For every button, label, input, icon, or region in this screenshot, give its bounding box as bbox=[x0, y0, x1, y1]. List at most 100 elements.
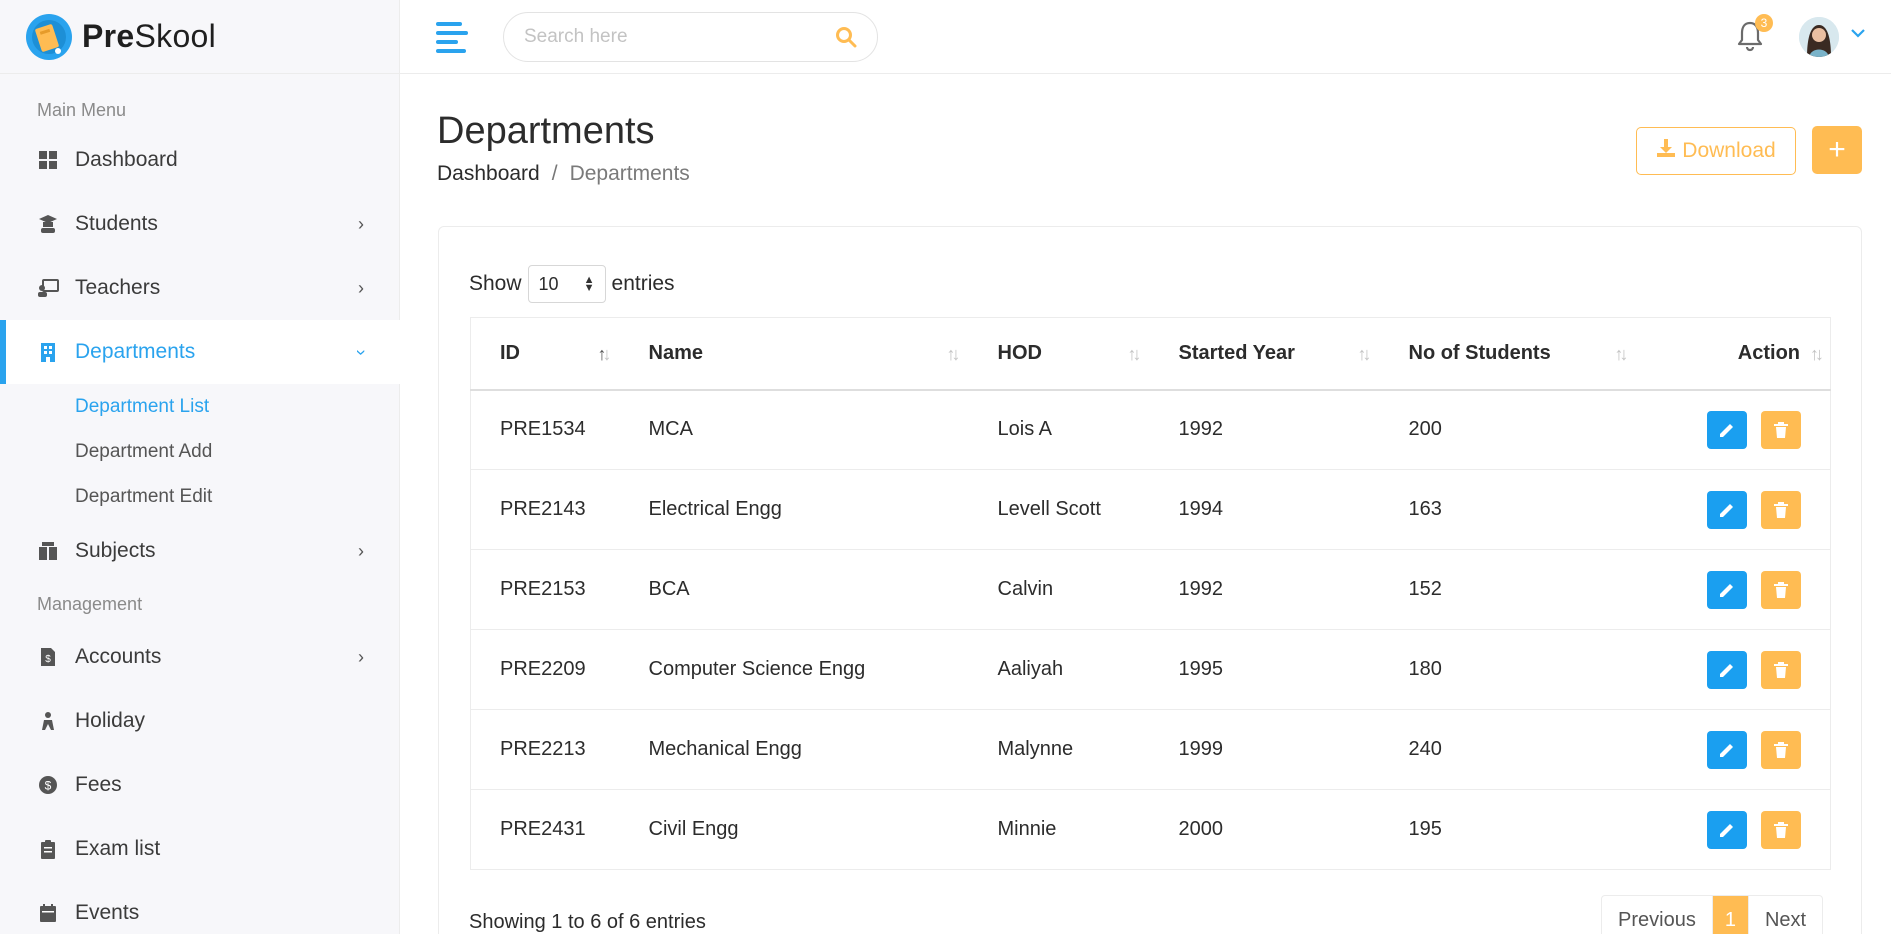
pagination-page-current[interactable]: 1 bbox=[1712, 896, 1748, 934]
sidebar-item-label: Dashboard bbox=[75, 148, 178, 171]
pencil-icon bbox=[1720, 823, 1733, 837]
cell-actions bbox=[1636, 389, 1831, 470]
chevron-down-icon[interactable] bbox=[1850, 26, 1866, 44]
pagination-next[interactable]: Next bbox=[1747, 896, 1822, 934]
sidebar-item-students[interactable]: Students › bbox=[0, 192, 400, 256]
table-row: PRE2143 Electrical Engg Levell Scott 199… bbox=[470, 469, 1831, 550]
menu-heading-main: Main Menu bbox=[37, 100, 127, 120]
column-header-started-year[interactable]: Started Year ↑↓ bbox=[1149, 317, 1380, 391]
column-header-action[interactable]: Action ↑↓ bbox=[1636, 317, 1831, 391]
submenu-department-edit[interactable]: Department Edit bbox=[0, 474, 400, 519]
cell-students: 240 bbox=[1379, 709, 1637, 790]
sidebar-item-label: Subjects bbox=[75, 539, 156, 562]
edit-button[interactable] bbox=[1707, 570, 1747, 609]
avatar[interactable] bbox=[1799, 17, 1839, 57]
breadcrumb-current: Departments bbox=[569, 162, 690, 185]
sidebar-item-teachers[interactable]: Teachers › bbox=[0, 256, 400, 320]
column-header-name[interactable]: Name ↑↓ bbox=[619, 317, 969, 391]
svg-text:$: $ bbox=[45, 779, 52, 793]
column-header-hod[interactable]: HOD ↑↓ bbox=[968, 317, 1150, 391]
column-header-id[interactable]: ID ↑↓ bbox=[470, 317, 620, 391]
cell-students: 195 bbox=[1379, 789, 1637, 870]
cell-students: 180 bbox=[1379, 629, 1637, 710]
submenu-department-add[interactable]: Department Add bbox=[0, 429, 400, 474]
cell-name: Mechanical Engg bbox=[619, 709, 969, 790]
sidebar-item-exam-list[interactable]: Exam list bbox=[0, 817, 400, 881]
sidebar-item-subjects[interactable]: Subjects › bbox=[0, 519, 400, 583]
column-header-students[interactable]: No of Students ↑↓ bbox=[1379, 317, 1637, 391]
menu-toggle-icon[interactable] bbox=[436, 22, 468, 53]
select-arrows-icon: ▲ ▼ bbox=[583, 274, 595, 294]
sidebar-item-label: Events bbox=[75, 901, 140, 924]
search-bar bbox=[503, 12, 878, 62]
sidebar-item-departments[interactable]: Departments › bbox=[0, 320, 400, 384]
submenu-department-list[interactable]: Department List bbox=[0, 384, 400, 429]
sidebar-item-label: Teachers bbox=[75, 276, 161, 299]
trash-icon bbox=[1774, 741, 1788, 758]
edit-button[interactable] bbox=[1707, 810, 1747, 849]
chevron-right-icon: › bbox=[358, 541, 364, 561]
sidebar-menu: Main Menu Dashboard Students › Teachers … bbox=[0, 92, 400, 934]
sidebar: PreSkool Main Menu Dashboard Students › … bbox=[0, 0, 400, 934]
edit-button[interactable] bbox=[1707, 490, 1747, 529]
search-icon[interactable] bbox=[835, 26, 857, 48]
brand-logo[interactable]: PreSkool bbox=[0, 0, 399, 74]
edit-button[interactable] bbox=[1707, 650, 1747, 689]
download-button[interactable]: Download bbox=[1636, 127, 1796, 175]
clipboard-icon bbox=[37, 838, 59, 860]
sidebar-item-events[interactable]: Events bbox=[0, 881, 400, 934]
trash-icon bbox=[1774, 581, 1788, 598]
delete-button[interactable] bbox=[1761, 730, 1801, 769]
graduate-icon bbox=[37, 213, 59, 235]
delete-button[interactable] bbox=[1761, 570, 1801, 609]
sort-icon: ↑↓ bbox=[1127, 344, 1142, 364]
delete-button[interactable] bbox=[1761, 410, 1801, 449]
menu-heading-management: Management bbox=[37, 594, 143, 614]
delete-button[interactable] bbox=[1761, 490, 1801, 529]
edit-button[interactable] bbox=[1707, 730, 1747, 769]
page-size-select[interactable]: 10 ▲ ▼ bbox=[527, 265, 606, 303]
show-label: Show bbox=[469, 272, 522, 295]
cell-actions bbox=[1636, 709, 1831, 790]
sidebar-item-holiday[interactable]: Holiday bbox=[0, 689, 400, 753]
add-department-button[interactable]: + bbox=[1812, 126, 1862, 174]
search-input[interactable] bbox=[524, 26, 835, 48]
delete-button[interactable] bbox=[1761, 810, 1801, 849]
delete-button[interactable] bbox=[1761, 650, 1801, 689]
cell-year: 1992 bbox=[1149, 549, 1380, 630]
cell-actions bbox=[1636, 549, 1831, 630]
entries-label: entries bbox=[611, 272, 675, 295]
cell-hod: Calvin bbox=[968, 549, 1150, 630]
cell-hod: Levell Scott bbox=[968, 469, 1150, 550]
sort-icon: ↑↓ bbox=[597, 344, 612, 364]
trash-icon bbox=[1774, 501, 1788, 518]
sidebar-item-fees[interactable]: $ Fees bbox=[0, 753, 400, 817]
cell-year: 2000 bbox=[1149, 789, 1380, 870]
pencil-icon bbox=[1720, 583, 1733, 597]
cell-hod: Lois A bbox=[968, 389, 1150, 470]
sidebar-item-accounts[interactable]: $ Accounts › bbox=[0, 625, 400, 689]
edit-button[interactable] bbox=[1707, 410, 1747, 449]
trash-icon bbox=[1774, 821, 1788, 838]
dashboard-icon bbox=[37, 149, 59, 171]
sidebar-item-label: Accounts bbox=[75, 645, 162, 668]
teacher-icon bbox=[37, 277, 59, 299]
pencil-icon bbox=[1720, 743, 1733, 757]
table-row: PRE2153 BCA Calvin 1992 152 bbox=[470, 549, 1831, 630]
breadcrumb-link-dashboard[interactable]: Dashboard bbox=[437, 162, 540, 186]
cell-year: 1992 bbox=[1149, 389, 1380, 470]
sidebar-item-label: Exam list bbox=[75, 837, 161, 860]
brand-name: PreSkool bbox=[82, 18, 217, 54]
trash-icon bbox=[1774, 661, 1788, 678]
pencil-icon bbox=[1720, 423, 1733, 437]
cell-actions bbox=[1636, 469, 1831, 550]
table-row: PRE2213 Mechanical Engg Malynne 1999 240 bbox=[470, 709, 1831, 790]
sidebar-item-dashboard[interactable]: Dashboard bbox=[0, 128, 400, 192]
cell-hod: Malynne bbox=[968, 709, 1150, 790]
departments-table: ID ↑↓ Name ↑↓ HOD ↑↓ Started Year ↑↓ No of S… bbox=[470, 317, 1831, 870]
pencil-icon bbox=[1720, 663, 1733, 677]
cell-name: MCA bbox=[619, 389, 969, 470]
cell-hod: Minnie bbox=[968, 789, 1150, 870]
sidebar-item-label: Holiday bbox=[75, 709, 146, 732]
pagination-previous[interactable]: Previous bbox=[1602, 896, 1713, 934]
